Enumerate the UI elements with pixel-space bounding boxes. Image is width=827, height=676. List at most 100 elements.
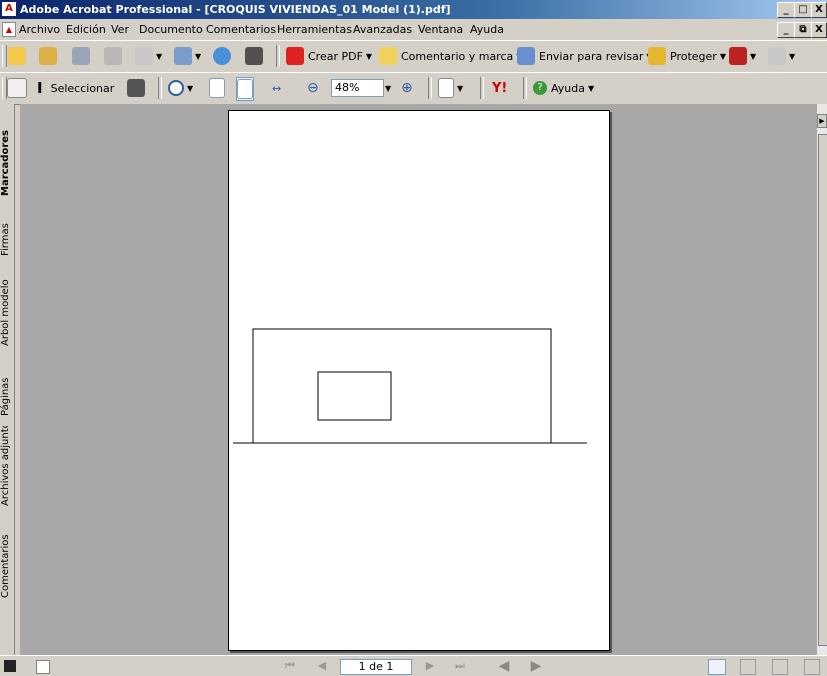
- chevron-down-icon: ▼: [789, 51, 796, 61]
- menu-ayuda[interactable]: Ayuda: [470, 23, 504, 36]
- forms-button[interactable]: ▼: [768, 45, 795, 67]
- organizer-button[interactable]: [39, 45, 57, 67]
- chevron-down-icon: ▼: [457, 83, 464, 93]
- actual-size-button[interactable]: [209, 77, 225, 99]
- protect-label: Proteger: [670, 49, 717, 63]
- yahoo-button[interactable]: Y!: [492, 77, 507, 99]
- menu-herramientas[interactable]: Herramientas: [277, 23, 352, 36]
- menu-edicion[interactable]: Edición: [66, 23, 106, 36]
- zoom-input[interactable]: 48%: [331, 79, 384, 97]
- chevron-down-icon: ▼: [195, 51, 202, 61]
- continuous-facing-view-icon[interactable]: [804, 659, 820, 675]
- zoom-tool-button[interactable]: ▼: [168, 77, 193, 99]
- print-button[interactable]: [104, 45, 122, 67]
- tab-paginas[interactable]: Páginas: [0, 366, 14, 418]
- continuous-view-icon[interactable]: [740, 659, 756, 675]
- search-button[interactable]: [245, 45, 263, 67]
- magnifier-icon: [168, 80, 184, 96]
- email-button[interactable]: ▼: [135, 45, 162, 67]
- menu-documento[interactable]: Documento: [139, 23, 203, 36]
- go-forward-button[interactable]: ▶: [528, 659, 544, 673]
- tab-marcadores[interactable]: Marcadores: [0, 106, 14, 202]
- menu-comentarios[interactable]: Comentarios: [206, 23, 276, 36]
- last-page-button[interactable]: ⏭: [452, 659, 468, 673]
- zoom-in-button[interactable]: ⊕: [401, 77, 413, 99]
- email-icon: [135, 47, 153, 65]
- pen-icon: [729, 47, 747, 65]
- close-button[interactable]: X: [811, 2, 827, 18]
- web-button[interactable]: [213, 45, 231, 67]
- page-size-icon[interactable]: [36, 660, 50, 674]
- drawing-sketch: [233, 328, 587, 444]
- hand-tool-button[interactable]: [7, 77, 27, 99]
- doc-close-button[interactable]: X: [811, 22, 827, 38]
- menu-archivo[interactable]: Archivo: [19, 23, 60, 36]
- save-button[interactable]: [72, 45, 90, 67]
- page-number-input[interactable]: 1 de 1: [340, 659, 412, 675]
- forms-icon: [768, 47, 786, 65]
- first-page-button[interactable]: ⏮: [282, 659, 298, 673]
- acrobat-app-icon: A: [2, 2, 16, 16]
- menu-avanzadas[interactable]: Avanzadas: [353, 23, 412, 36]
- chevron-down-icon: ▼: [156, 51, 163, 61]
- tab-comentarios-label: Comentarios: [0, 534, 11, 598]
- doc-restore-button[interactable]: ⧉: [794, 22, 812, 38]
- tab-archivos-adjuntos-label: Archivos adjuntos: [0, 426, 11, 506]
- organizer-icon: [39, 47, 57, 65]
- binoculars-icon: [245, 47, 263, 65]
- tab-firmas[interactable]: Firmas: [0, 208, 14, 260]
- maximize-button[interactable]: □: [794, 2, 812, 18]
- panel-toggle-icon[interactable]: [4, 660, 16, 672]
- menu-ver[interactable]: Ver: [111, 23, 129, 36]
- menu-bar: ▲ Archivo Edición Ver Documento Comentar…: [0, 19, 827, 39]
- tab-paginas-label: Páginas: [0, 377, 11, 416]
- tab-firmas-label: Firmas: [0, 223, 11, 256]
- help-button[interactable]: ? Ayuda ▼: [533, 77, 594, 99]
- tab-comentarios[interactable]: Comentarios: [0, 528, 14, 600]
- zoom-in-icon: ⊕: [401, 80, 413, 96]
- help-icon: ?: [533, 81, 547, 95]
- zoom-dropdown[interactable]: ▼: [382, 77, 391, 99]
- zoom-out-button[interactable]: ⊖: [307, 77, 319, 99]
- protect-button[interactable]: Proteger ▼: [648, 45, 726, 67]
- create-pdf-button[interactable]: Crear PDF ▼: [286, 45, 372, 67]
- toolbar-grip[interactable]: [2, 45, 7, 67]
- previous-page-button[interactable]: ◀: [314, 659, 330, 673]
- window-title: Adobe Acrobat Professional - [CROQUIS VI…: [20, 3, 451, 16]
- go-back-button[interactable]: ◀: [496, 659, 512, 673]
- fit-width-button[interactable]: ↔: [272, 77, 281, 99]
- snapshot-button[interactable]: [127, 77, 145, 99]
- scroll-right-arrow-icon[interactable]: ▶: [817, 114, 827, 128]
- tab-marcadores-label: Marcadores: [0, 129, 11, 196]
- chevron-down-icon: ▼: [385, 83, 392, 93]
- scroll-thumb[interactable]: [818, 134, 827, 646]
- select-tool-button[interactable]: I Seleccionar: [37, 77, 114, 99]
- rotate-button[interactable]: ▼: [438, 77, 463, 99]
- next-page-button[interactable]: ▶: [422, 659, 438, 673]
- facing-view-icon[interactable]: [772, 659, 788, 675]
- open-button[interactable]: [8, 45, 26, 67]
- chevron-down-icon: ▼: [365, 51, 373, 61]
- tab-archivos-adjuntos[interactable]: Archivos adjuntos: [0, 426, 14, 508]
- tab-arbol-modelo-label: Árbol modelo: [0, 279, 11, 346]
- pdf-page[interactable]: [228, 110, 610, 651]
- file-toolbar: ▼ ▼ Crear PDF▼ Comentario y marca▼ Envia…: [0, 40, 827, 73]
- comment-markup-button[interactable]: Comentario y marca▼: [379, 45, 522, 67]
- send-review-button[interactable]: Enviar para revisar▼: [517, 45, 653, 67]
- folder-open-icon: [8, 47, 26, 65]
- sign-button[interactable]: ▼: [729, 45, 756, 67]
- camera-icon: [127, 79, 145, 97]
- globe-icon: [213, 47, 231, 65]
- single-page-view-icon[interactable]: [708, 659, 726, 675]
- fit-page-button[interactable]: [236, 77, 254, 101]
- comment-icon: [379, 47, 397, 65]
- doc-minimize-button[interactable]: _: [777, 22, 795, 38]
- vertical-scrollbar[interactable]: ▶: [817, 104, 827, 655]
- tab-arbol-modelo[interactable]: Árbol modelo: [0, 268, 14, 348]
- attach-button[interactable]: ▼: [174, 45, 201, 67]
- text-cursor-icon: I: [37, 79, 43, 97]
- separator: [276, 45, 280, 67]
- minimize-button[interactable]: _: [777, 2, 795, 18]
- document-icon[interactable]: ▲: [2, 22, 16, 37]
- menu-ventana[interactable]: Ventana: [418, 23, 463, 36]
